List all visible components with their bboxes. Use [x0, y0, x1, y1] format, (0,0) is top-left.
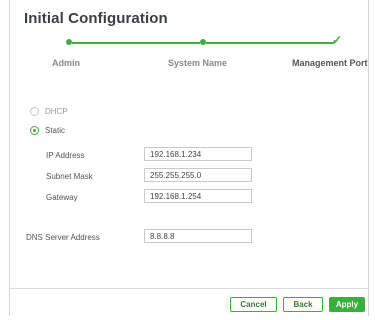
- ip-address-label: IP Address: [46, 151, 85, 160]
- radio-dhcp-label: DHCP: [45, 107, 68, 116]
- step-label-management-port: Management Port: [292, 58, 368, 68]
- subnet-mask-input[interactable]: [144, 168, 252, 182]
- stepper-track-2: [206, 42, 334, 44]
- radio-static-label: Static: [45, 126, 66, 135]
- dialog-title: Initial Configuration: [24, 10, 168, 27]
- cancel-button[interactable]: Cancel: [230, 297, 277, 312]
- step-check-icon: ✓: [332, 33, 343, 47]
- radio-static-indicator[interactable]: [30, 126, 39, 135]
- apply-button[interactable]: Apply: [329, 297, 365, 312]
- radio-dhcp-indicator[interactable]: [30, 107, 39, 116]
- gateway-label: Gateway: [46, 193, 78, 202]
- stepper-track-1: [72, 42, 200, 44]
- step-label-system-name: System Name: [168, 58, 228, 68]
- step-dot-system-name: [200, 39, 206, 45]
- gateway-input[interactable]: [144, 189, 252, 203]
- back-button[interactable]: Back: [283, 297, 323, 312]
- ip-address-input[interactable]: [144, 147, 252, 161]
- initial-configuration-dialog: Initial Configuration ✓ Admin System Nam…: [9, 0, 369, 316]
- radio-dhcp[interactable]: DHCP: [30, 107, 68, 116]
- footer-divider: [10, 288, 368, 289]
- step-dot-admin: [66, 39, 72, 45]
- dns-server-label: DNS Server Address: [26, 233, 100, 242]
- step-label-admin: Admin: [52, 58, 80, 68]
- dns-server-input[interactable]: [144, 229, 252, 243]
- wizard-stepper: ✓ Admin System Name Management Port: [10, 33, 368, 76]
- radio-static[interactable]: Static: [30, 126, 65, 135]
- subnet-mask-label: Subnet Mask: [46, 172, 93, 181]
